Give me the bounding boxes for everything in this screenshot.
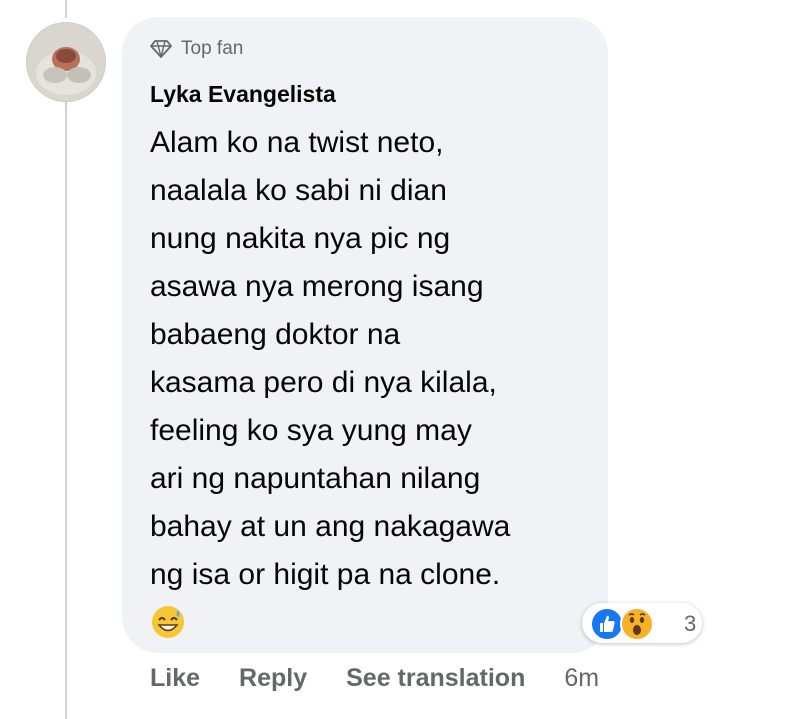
thread-line-top [65,0,67,18]
like-icon [590,607,624,646]
diamond-icon [150,40,172,58]
wow-icon [620,607,654,646]
like-button[interactable]: Like [150,664,200,693]
avatar[interactable] [26,22,106,102]
comment-actions: Like Reply See translation 6m [150,664,599,693]
reply-button[interactable]: Reply [239,664,307,693]
badge-label: Top fan [181,38,244,59]
see-translation-button[interactable]: See translation [346,664,525,693]
reaction-count: 3 [684,611,697,636]
author-name[interactable]: Lyka Evangelista [150,81,336,108]
comment-text: Alam ko na twist neto, naalala ko sabi n… [150,126,511,591]
timestamp[interactable]: 6m [564,664,599,693]
grinning-sweat-emoji [150,604,186,645]
thread-line [65,98,67,719]
reaction-summary[interactable]: 3 [582,603,702,643]
top-fan-badge[interactable]: Top fan [150,38,243,60]
avatar-image [27,23,105,101]
